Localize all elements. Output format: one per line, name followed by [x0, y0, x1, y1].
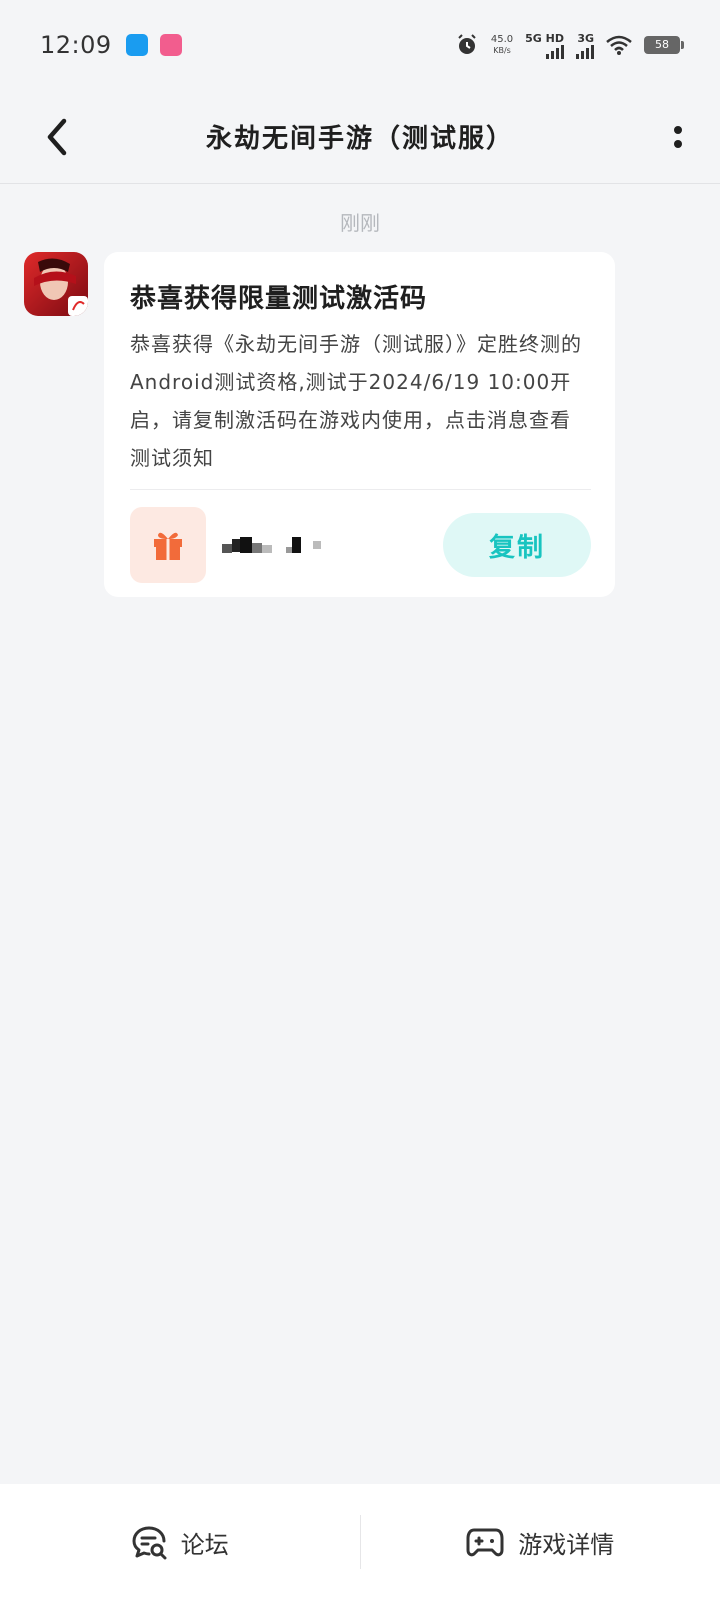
card-title: 恭喜获得限量测试激活码: [130, 284, 428, 314]
copy-button[interactable]: 复制: [443, 513, 591, 577]
net-speed: 45.0 KB/s: [491, 34, 513, 56]
status-indicators: 45.0 KB/s 5G HD 3G 58: [455, 32, 684, 59]
more-vertical-icon: [674, 126, 682, 148]
more-options-button[interactable]: [630, 110, 684, 164]
page-title: 永劫无间手游（测试服）: [205, 124, 514, 154]
signal-5g-icon: [546, 44, 564, 59]
signal-3g-icon: [576, 44, 594, 59]
gift-icon: [154, 532, 182, 560]
status-bar: 12:09 45.0 KB/s 5G HD 3G 58: [0, 0, 720, 90]
qq-notification-icon: [125, 34, 148, 56]
back-button[interactable]: [30, 110, 84, 164]
signal-3g: 3G: [576, 32, 594, 59]
alarm-icon: [458, 34, 476, 54]
activation-code-masked: [222, 537, 321, 553]
message-card[interactable]: 恭喜获得限量测试激活码 恭喜获得《永劫无间手游（测试服）》定胜终测的Androi…: [104, 252, 615, 597]
forum-chat-icon: [132, 1526, 167, 1560]
game-avatar[interactable]: [24, 252, 88, 316]
status-time: 12:09: [40, 31, 112, 59]
forum-label: 论坛: [180, 1530, 229, 1559]
back-arrow-icon: [47, 118, 67, 156]
gamepad-icon: [466, 1528, 504, 1557]
game-detail-tab[interactable]: 游戏详情: [361, 1484, 720, 1600]
battery-icon: 58: [644, 36, 684, 54]
card-body: 恭喜获得《永劫无间手游（测试服）》定胜终测的Android测试资格,测试于202…: [130, 332, 582, 470]
forum-tab[interactable]: 论坛: [0, 1484, 360, 1600]
net-5g-label: 5G HD: [525, 31, 564, 45]
gift-box: [130, 507, 206, 583]
game-detail-label: 游戏详情: [518, 1530, 615, 1559]
activation-code-row: 复制: [130, 490, 591, 600]
wifi-icon: [606, 35, 632, 55]
net-speed-value: 45.0: [490, 34, 514, 45]
game-avatar-icon: [24, 252, 88, 316]
bilibili-notification-icon: [159, 34, 182, 56]
net-speed-unit: KB/s: [493, 46, 511, 55]
net-3g-label: 3G: [577, 31, 594, 45]
message-timestamp: 刚刚: [340, 211, 380, 235]
bottom-bar: 论坛 游戏详情: [0, 1484, 720, 1600]
nav-bar: 永劫无间手游（测试服）: [0, 90, 720, 184]
signal-5g: 5G HD: [525, 32, 564, 59]
